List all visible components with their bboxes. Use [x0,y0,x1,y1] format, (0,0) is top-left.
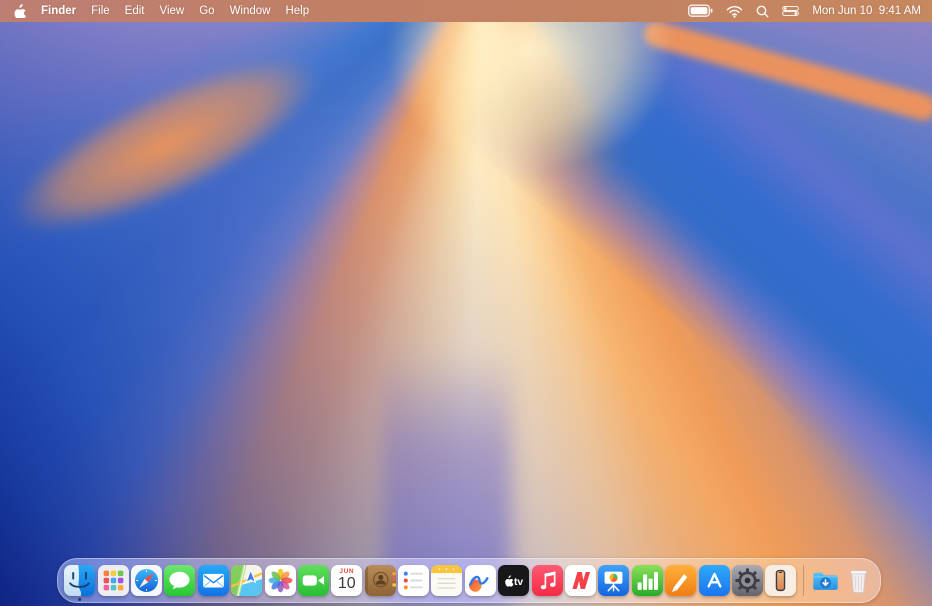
wifi-icon[interactable] [726,5,743,18]
dock-item-calendar[interactable]: JUN 10 [330,559,363,602]
dock-item-notes[interactable] [430,559,463,602]
iphone-mirroring-icon [765,565,797,596]
freeform-icon [464,565,496,596]
news-icon [565,565,597,596]
safari-icon [130,565,162,596]
tv-label: tv [514,577,523,588]
dock-item-pages[interactable] [664,559,697,602]
wallpaper-sun-glow [330,0,730,220]
dock-item-news[interactable] [564,559,597,602]
menu-view[interactable]: View [160,5,185,17]
apple-logo-icon [14,4,26,18]
dock-item-downloads[interactable] [809,559,842,602]
calendar-icon: JUN 10 [331,565,363,596]
apple-menu[interactable] [14,4,26,18]
dock-item-photos[interactable] [263,559,296,602]
messages-icon [164,565,196,596]
downloads-folder-icon [813,572,838,590]
apple-tv-icon: tv [498,565,530,596]
control-center-icon[interactable] [782,5,800,17]
dock-item-numbers[interactable] [631,559,664,602]
app-store-icon [698,565,730,596]
dock-item-apple-tv[interactable]: tv [497,559,530,602]
dock-item-launchpad[interactable] [96,559,129,602]
dock-item-finder[interactable] [63,559,96,602]
dock-item-keynote[interactable] [597,559,630,602]
system-settings-icon [732,565,763,596]
menu-app-name[interactable]: Finder [41,5,76,17]
music-icon [531,565,563,596]
dock-item-messages[interactable] [163,559,196,602]
dock-item-safari[interactable] [130,559,163,602]
dock-item-reminders[interactable] [397,559,430,602]
desktop: Finder File Edit View Go Window Help Mon… [0,0,932,606]
numbers-icon [631,565,663,596]
photos-icon [264,565,296,596]
menu-go[interactable]: Go [199,5,214,17]
dock: JUN 10 tv [57,558,882,603]
contacts-icon [364,565,396,596]
dock-item-app-store[interactable] [697,559,730,602]
menu-bar: Finder File Edit View Go Window Help Mon… [0,0,932,22]
battery-icon[interactable] [688,4,713,18]
menu-file[interactable]: File [91,5,110,17]
dock-item-trash[interactable] [842,559,875,602]
running-indicator [77,597,82,601]
dock-item-music[interactable] [530,559,563,602]
keynote-icon [598,565,630,596]
calendar-day: 10 [337,574,356,592]
menu-window[interactable]: Window [230,5,271,17]
search-icon[interactable] [756,5,769,18]
mail-icon [197,565,229,596]
menu-help[interactable]: Help [285,5,309,17]
notes-icon [431,565,463,596]
finder-icon [64,565,96,596]
launchpad-icon [97,565,129,596]
dock-item-mail[interactable] [197,559,230,602]
dock-item-contacts[interactable] [364,559,397,602]
dock-item-iphone-mirroring[interactable] [764,559,797,602]
trash-icon [850,570,867,593]
facetime-icon [297,565,329,596]
dock-item-maps[interactable] [230,559,263,602]
dock-item-facetime[interactable] [297,559,330,602]
dock-item-system-settings[interactable] [731,559,764,602]
dock-item-freeform[interactable] [464,559,497,602]
dock-divider [798,559,809,602]
reminders-icon [398,565,430,596]
menu-clock[interactable]: Mon Jun 10 9:41 AM [812,5,921,17]
maps-icon [231,565,263,596]
menu-edit[interactable]: Edit [125,5,145,17]
pages-icon [665,565,697,596]
